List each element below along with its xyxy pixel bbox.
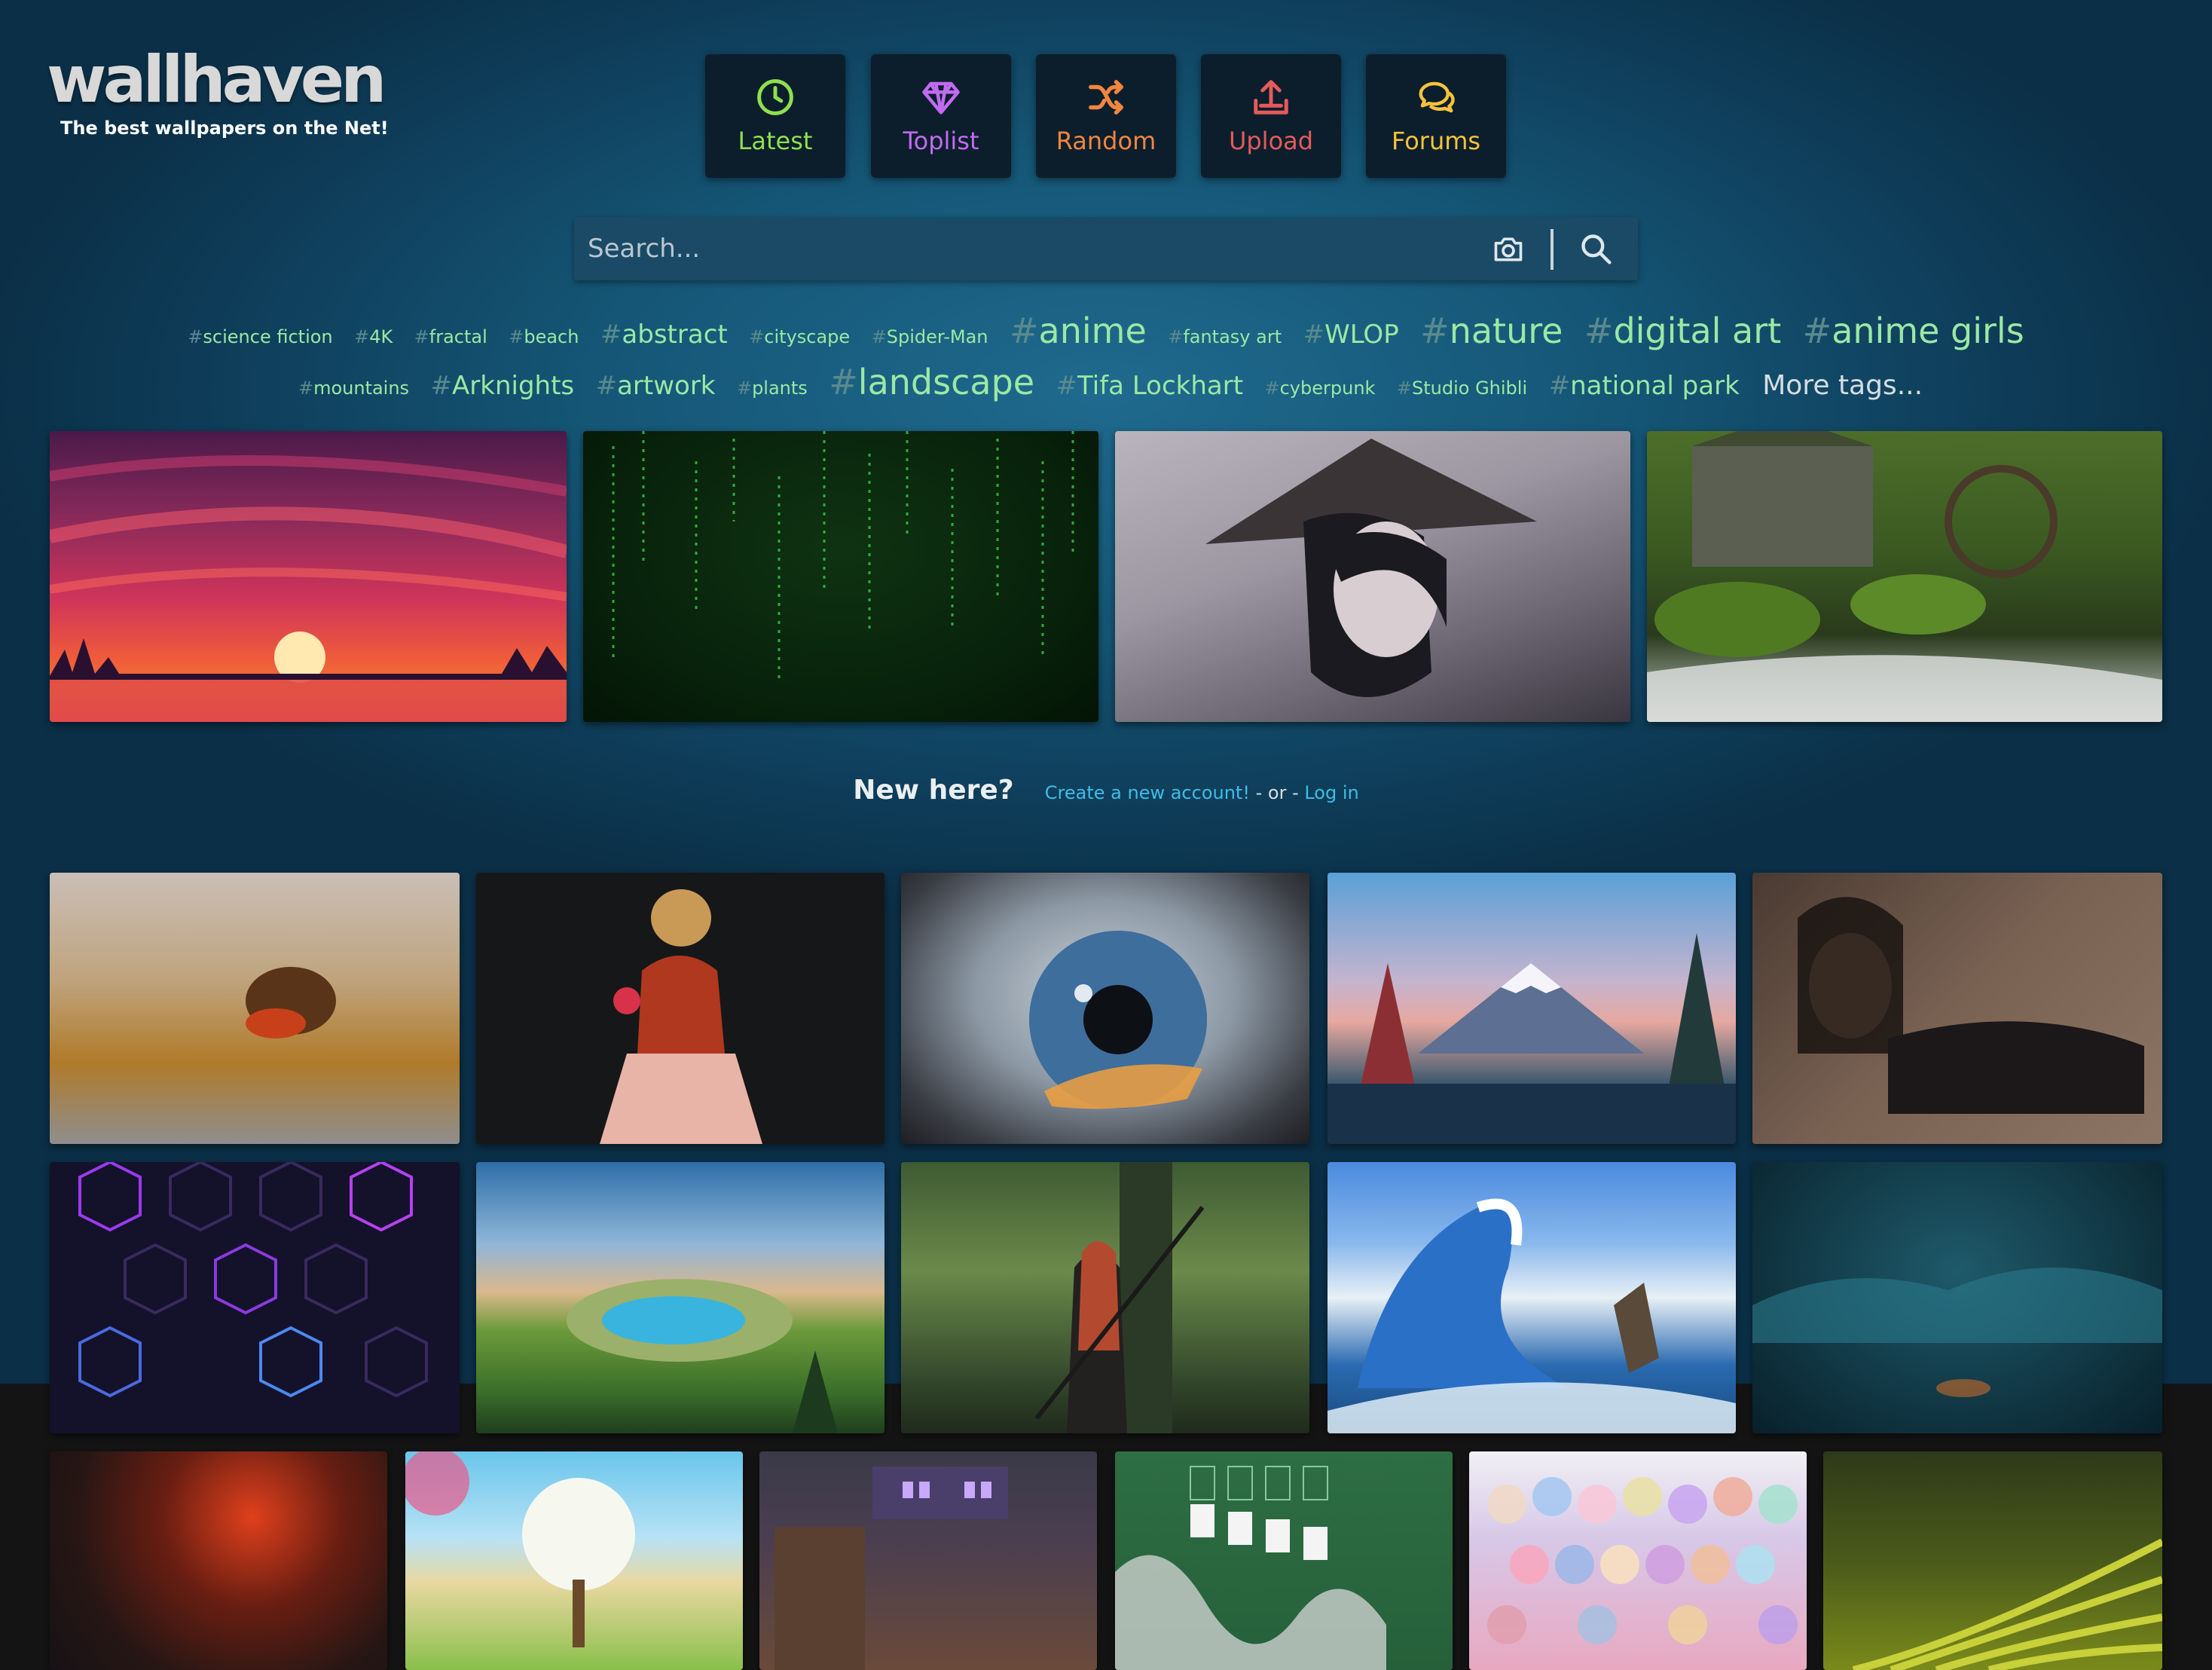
search-icon[interactable] (1579, 232, 1612, 265)
tag-link[interactable]: #science fiction (188, 326, 332, 347)
new-here-bar: New here? Create a new account! - or - L… (0, 775, 2212, 806)
nav-latest-label: Latest (738, 127, 813, 155)
logo-tagline: The best wallpapers on the Net! (60, 118, 389, 139)
nav-toplist-button[interactable]: Toplist (871, 54, 1011, 178)
tag-link[interactable]: #beach (509, 326, 579, 347)
hat-girl-art (1205, 439, 1537, 697)
tag-link[interactable]: #digital art (1584, 310, 1781, 351)
tag-link[interactable]: #Arknights (431, 371, 575, 401)
vtuber-group-art (1487, 1477, 1798, 1644)
wallpaper-thumb-portrait[interactable] (1752, 873, 2162, 1144)
featured-wallpaper-mossy-mill[interactable] (1647, 431, 2162, 722)
sunset-art (50, 455, 567, 722)
clock-icon (757, 79, 793, 115)
wallpaper-thumb-pinecone[interactable] (50, 873, 460, 1144)
hexagons-art (78, 1162, 428, 1398)
tag-link[interactable]: #artwork (596, 371, 716, 401)
nav-upload-label: Upload (1228, 127, 1314, 155)
rice-terraces-art (1852, 1538, 2162, 1670)
tag-link[interactable]: #fractal (414, 326, 487, 347)
nav-toplist-label: Toplist (903, 127, 979, 155)
nav-random-button[interactable]: Random (1036, 54, 1176, 178)
tag-link[interactable]: #plants (737, 378, 808, 399)
featured-wallpaper-matrix-rain[interactable] (583, 431, 1098, 722)
logo-wordmark: wallhaven (47, 42, 386, 118)
wallpaper-thumb-forest-warrior[interactable] (901, 1162, 1309, 1433)
wallpaper-thumb-eye[interactable] (901, 873, 1309, 1144)
tag-link[interactable]: #mountains (298, 378, 409, 399)
shuffle-icon (1089, 80, 1123, 115)
wallpaper-thumb-eclipse[interactable] (50, 1451, 387, 1670)
fuji-art (1328, 933, 1736, 1144)
tag-link[interactable]: #cyberpunk (1265, 378, 1376, 399)
tag-link[interactable]: #Studio Ghibli (1397, 378, 1527, 399)
wave-art (1328, 1198, 1736, 1433)
tag-link[interactable]: #anime girls (1803, 310, 2024, 351)
nav-random-label: Random (1056, 127, 1156, 155)
tag-link[interactable]: #fantasy art (1168, 326, 1282, 347)
camera-icon[interactable] (1492, 232, 1525, 265)
site-logo[interactable]: wallhaven The best wallpapers on the Net… (47, 42, 389, 148)
tag-link[interactable]: #Spider-Man (872, 326, 988, 347)
upload-icon (1254, 80, 1288, 115)
search-input[interactable] (574, 217, 1463, 280)
nav-forums-label: Forums (1391, 127, 1481, 155)
tag-link[interactable]: #national park (1549, 371, 1740, 401)
wallpaper-thumb-blossom-tree[interactable] (405, 1451, 743, 1670)
tag-link[interactable]: #anime (1010, 310, 1147, 351)
tag-link[interactable]: #landscape (829, 362, 1034, 402)
wallpaper-thumb-rice-terraces[interactable] (1823, 1451, 2162, 1670)
login-link[interactable]: Log in (1304, 782, 1358, 803)
solitaire-art (1115, 1466, 1386, 1670)
wallpaper-thumb-wave[interactable] (1328, 1162, 1736, 1433)
pinecone-art (246, 967, 336, 1038)
portrait-art (1798, 897, 2144, 1114)
tag-link[interactable]: #cityscape (749, 326, 850, 347)
matrix-rain-art (612, 431, 1074, 680)
wallpaper-thumb-solitaire[interactable] (1115, 1451, 1453, 1670)
tag-link[interactable]: #Tifa Lockhart (1056, 371, 1244, 401)
tag-link[interactable]: #nature (1420, 310, 1563, 351)
tag-link[interactable]: #abstract (600, 320, 728, 350)
featured-wallpaper-sunset[interactable] (50, 431, 567, 722)
pixel-city-art (775, 1467, 1008, 1670)
storm-art (1752, 1268, 2162, 1397)
wallpaper-thumb-vtuber-group[interactable] (1469, 1451, 1807, 1670)
tag-cloud-row-1: #science fiction #4K #fractal #beach #ab… (0, 310, 2212, 351)
wallpaper-thumb-hexagons[interactable] (50, 1162, 460, 1433)
diamond-icon (922, 81, 960, 115)
more-tags-link[interactable]: More tags... (1762, 370, 1923, 401)
tag-cloud-row-2: #mountains #Arknights #artwork #plants #… (0, 362, 2212, 402)
nav-forums-button[interactable]: Forums (1366, 54, 1506, 178)
or-separator: - or - (1249, 782, 1305, 803)
wallpaper-thumb-storm[interactable] (1752, 1162, 2162, 1433)
blossom-tree-art (405, 1451, 635, 1647)
mossy-mill-art (1647, 431, 2162, 722)
tag-link[interactable]: #4K (354, 326, 393, 347)
tag-link[interactable]: #WLOP (1303, 320, 1399, 350)
wallpaper-thumb-fuji[interactable] (1328, 873, 1736, 1144)
create-account-link[interactable]: Create a new account! (1045, 782, 1250, 803)
wallpaper-thumb-pixel-city[interactable] (759, 1451, 1097, 1670)
wallpaper-thumb-aerith[interactable] (476, 873, 884, 1144)
search-divider (1551, 229, 1554, 270)
nav-upload-button[interactable]: Upload (1201, 54, 1341, 178)
aerith-art (600, 889, 762, 1144)
eye-art (1029, 931, 1207, 1109)
search-bar (574, 217, 1638, 280)
wallpaper-thumb-crater-lake[interactable] (476, 1162, 884, 1433)
featured-wallpaper-anime-hat-girl[interactable] (1115, 431, 1630, 722)
new-here-title: New here? (853, 775, 1014, 806)
nav-latest-button[interactable]: Latest (705, 54, 845, 178)
crater-lake-art (567, 1279, 838, 1433)
forest-warrior-art (1034, 1162, 1205, 1433)
chat-bubbles-icon (1419, 81, 1455, 113)
